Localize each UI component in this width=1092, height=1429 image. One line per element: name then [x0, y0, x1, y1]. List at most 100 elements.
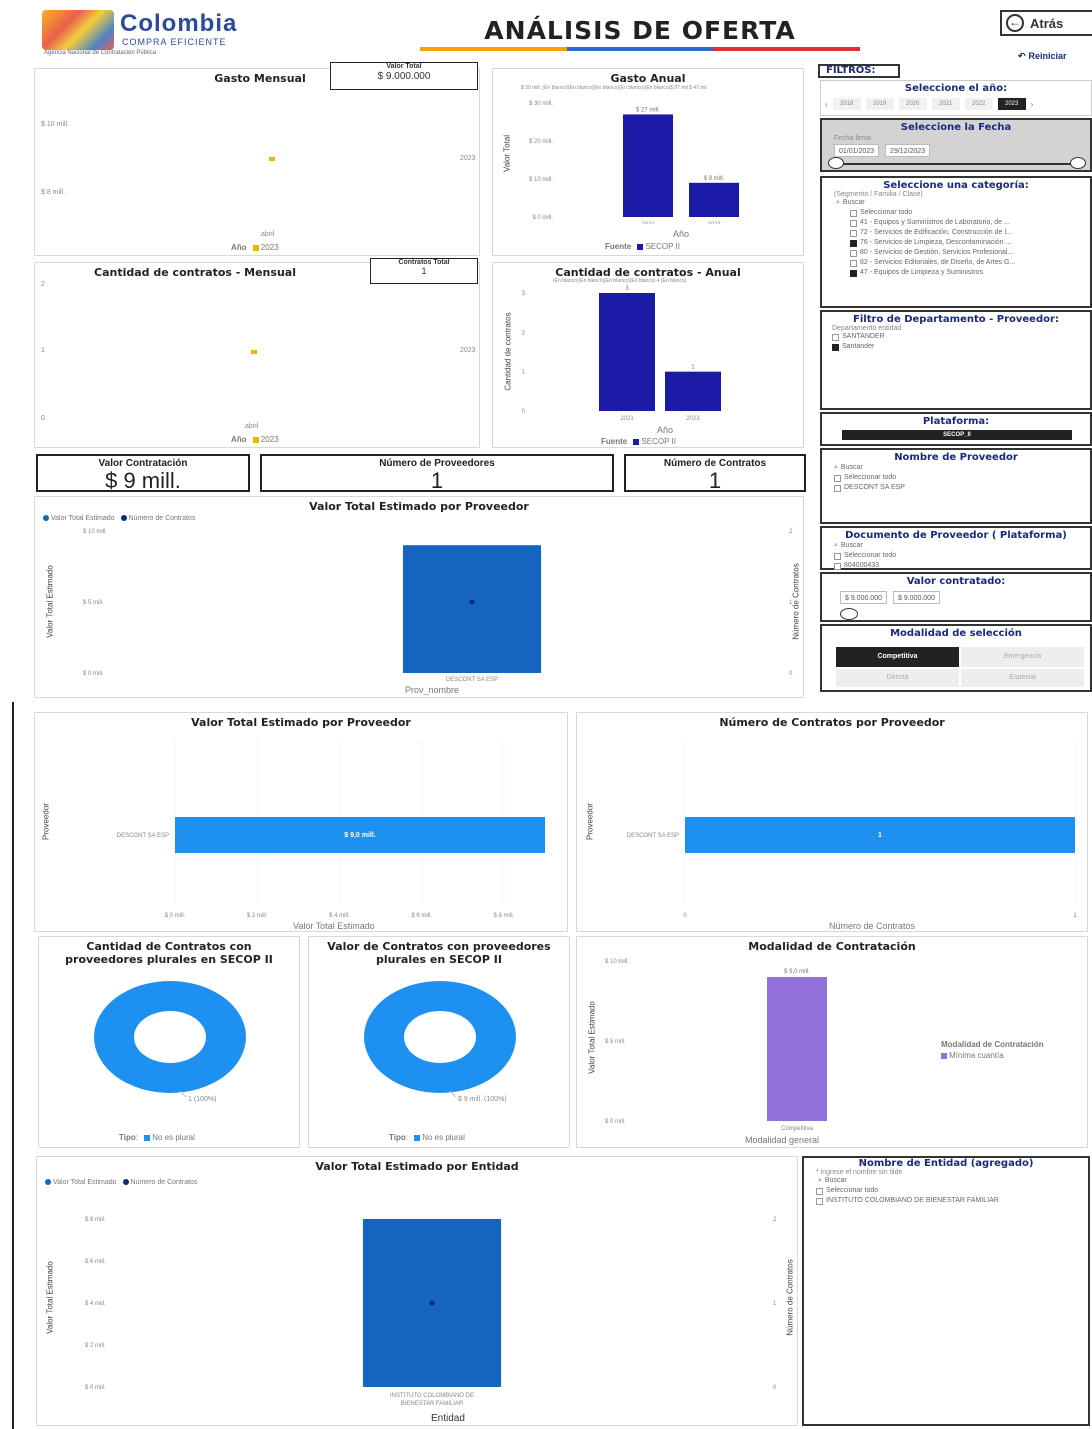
- search-box[interactable]: ⌕ Buscar: [822, 541, 1090, 551]
- x-tick: $ 0 mill.: [165, 913, 186, 919]
- bar[interactable]: [689, 182, 739, 217]
- checkbox-icon[interactable]: [834, 484, 841, 492]
- date-filter[interactable]: Seleccione la Fecha Fecha firma 01/01/20…: [820, 118, 1092, 172]
- value-to-input[interactable]: $ 9.000.000: [892, 591, 940, 604]
- checkbox-icon[interactable]: [834, 562, 841, 570]
- checkbox-icon[interactable]: [850, 229, 857, 237]
- search-box[interactable]: ⌕ Buscar: [822, 198, 1090, 208]
- valor-entidad-combo-chart[interactable]: Valor Total Estimado por Entidad Valor T…: [36, 1156, 798, 1426]
- cantidad-plurales-donut[interactable]: Cantidad de Contratos con proveedores pl…: [38, 936, 300, 1148]
- checkbox-icon[interactable]: [850, 269, 857, 277]
- valor-proveedor-combo-chart[interactable]: Valor Total Estimado por Proveedor Valor…: [34, 496, 804, 698]
- date-to-input[interactable]: 29/12/2023: [885, 144, 931, 157]
- cantidad-anual-chart[interactable]: Cantidad de contratos - Anual (En blanco…: [492, 262, 804, 448]
- bar[interactable]: [623, 114, 673, 217]
- modality-button-competitiva[interactable]: Competitiva: [836, 647, 959, 667]
- data-point[interactable]: [251, 350, 257, 354]
- modalidad-chart[interactable]: Modalidad de Contratación Valor Total Es…: [576, 936, 1088, 1148]
- filter-option[interactable]: Seleccionar todo: [834, 551, 1090, 561]
- date-from-input[interactable]: 01/01/2023: [834, 144, 880, 157]
- year-button[interactable]: 2021: [931, 98, 960, 110]
- filter-option[interactable]: 76 - Servicios de Limpieza, Descontamina…: [850, 238, 1090, 248]
- category-filter[interactable]: Seleccione una categoría: (Segmento / Fa…: [820, 176, 1092, 308]
- slider-handle-end[interactable]: [1070, 157, 1086, 169]
- section-divider: [0, 700, 1092, 702]
- platform-filter[interactable]: Plataforma: SECOP_II: [820, 412, 1092, 446]
- year-button-selected[interactable]: 2023: [997, 98, 1026, 110]
- provider-document-filter[interactable]: Documento de Proveedor ( Plataforma) ⌕ Bu…: [820, 526, 1092, 570]
- modality-button-directa[interactable]: Directa: [836, 669, 959, 687]
- bar[interactable]: [403, 545, 541, 673]
- legend-title: Fuente: [601, 437, 628, 446]
- legend-item: Valor Total Estimado: [53, 1179, 117, 1186]
- valor-plurales-donut[interactable]: Valor de Contratos con proveedores plura…: [308, 936, 570, 1148]
- filter-option[interactable]: Seleccionar todo: [850, 208, 1090, 218]
- checkbox-icon[interactable]: [832, 343, 839, 351]
- year-button[interactable]: 2018: [832, 98, 861, 110]
- filter-option[interactable]: 72 - Servicios de Edificación, Construcc…: [850, 228, 1090, 238]
- y-tick: $ 30 mill.: [529, 101, 553, 107]
- filter-option[interactable]: 80 - Servicios de Gestión, Servicios Pro…: [850, 248, 1090, 258]
- filter-option[interactable]: Seleccionar todo: [834, 473, 1090, 483]
- checkbox-icon[interactable]: [850, 239, 857, 247]
- search-box[interactable]: ⌕ Buscar: [822, 463, 1090, 473]
- search-icon: ⌕: [836, 199, 840, 206]
- bar[interactable]: [767, 977, 827, 1121]
- entidad-filter[interactable]: Nombre de Entidad (agregado) * ingrese e…: [802, 1156, 1090, 1426]
- year-filter[interactable]: Seleccione el año: ‹ 2018 2019 2020 2021…: [820, 80, 1092, 116]
- search-placeholder: Buscar: [842, 199, 865, 206]
- search-box[interactable]: ⌕ Buscar: [804, 1176, 1088, 1186]
- back-button[interactable]: ← Atrás: [1000, 10, 1092, 36]
- checkbox-icon[interactable]: [850, 219, 857, 227]
- cantidad-mensual-chart[interactable]: Cantidad de contratos - Mensual 2 1 0 20…: [34, 262, 480, 448]
- platform-button[interactable]: SECOP_II: [842, 430, 1072, 440]
- bar[interactable]: [665, 371, 721, 411]
- filter-option[interactable]: INSTITUTO COLOMBIANO DE BIENESTAR FAMILI…: [816, 1196, 1088, 1206]
- filter-option[interactable]: 47 - Equipos de Limpieza y Suministros: [850, 268, 1090, 278]
- modality-button-especial[interactable]: Especial: [961, 669, 1084, 687]
- checkbox-icon[interactable]: [834, 552, 841, 560]
- legend: Valor Total Estimado Número de Contratos: [43, 515, 195, 522]
- num-contratos-proveedor-bar-chart[interactable]: Número de Contratos por Proveedor Provee…: [576, 712, 1088, 932]
- filter-option[interactable]: 41 - Equipos y Suministros de Laboratori…: [850, 218, 1090, 228]
- provider-name-filter[interactable]: Nombre de Proveedor ⌕ Buscar Seleccionar …: [820, 448, 1092, 524]
- bar[interactable]: [599, 293, 655, 411]
- slider-handle-start[interactable]: [828, 157, 844, 169]
- y-tick: 3: [522, 291, 526, 297]
- department-filter[interactable]: Filtro de Departamento - Proveedor: Depa…: [820, 310, 1092, 410]
- checkbox-icon[interactable]: [850, 209, 857, 217]
- year-button[interactable]: 2022: [964, 98, 993, 110]
- legend-item: Valor Total Estimado: [51, 515, 115, 522]
- chart-title: Valor Total Estimado por Proveedor: [309, 500, 529, 513]
- checkbox-icon[interactable]: [850, 259, 857, 267]
- y-axis-label: Cantidad de contratos: [503, 312, 513, 391]
- value-filter[interactable]: Valor contratado: $ 9.000.000 $ 9.000.00…: [820, 572, 1092, 622]
- search-placeholder: Buscar: [840, 464, 863, 471]
- modality-filter[interactable]: Modalidad de selección Competitiva Emerg…: [820, 624, 1092, 692]
- modality-button-emergencia[interactable]: Emergencia: [961, 647, 1084, 667]
- year-button[interactable]: 2020: [898, 98, 927, 110]
- year-button[interactable]: 2019: [865, 98, 894, 110]
- filter-option[interactable]: DESCONT SA ESP: [834, 483, 1090, 493]
- checkbox-icon[interactable]: [816, 1197, 823, 1205]
- chevron-right-icon[interactable]: ›: [1031, 100, 1034, 109]
- filter-option[interactable]: Seleccionar todo: [816, 1186, 1088, 1196]
- value-from-input[interactable]: $ 9.000.000: [840, 591, 887, 604]
- filter-option[interactable]: Santander: [832, 342, 1090, 352]
- gasto-mensual-chart[interactable]: Gasto Mensual $ 10 mill. $ 8 mill. 2023 …: [34, 68, 480, 256]
- x-tick: abril: [261, 231, 275, 238]
- slider-handle[interactable]: [840, 608, 858, 620]
- checkbox-icon[interactable]: [816, 1187, 823, 1195]
- department-list: SANTANDER Santander: [822, 332, 1090, 352]
- gasto-anual-chart[interactable]: Gasto Anual $ 30 mill. (En blanco)(En bl…: [492, 68, 804, 256]
- valor-proveedor-bar-chart[interactable]: Valor Total Estimado por Proveedor Prove…: [34, 712, 568, 932]
- data-point[interactable]: [269, 157, 275, 161]
- checkbox-icon[interactable]: [832, 333, 839, 341]
- chart-title: Valor Total Estimado por Entidad: [315, 1160, 519, 1173]
- filter-option[interactable]: 82 - Servicios Editoriales, de Diseño, d…: [850, 258, 1090, 268]
- filter-option[interactable]: 804000433: [834, 561, 1090, 571]
- checkbox-icon[interactable]: [850, 249, 857, 257]
- checkbox-icon[interactable]: [834, 474, 841, 482]
- chevron-left-icon[interactable]: ‹: [825, 100, 828, 109]
- filter-option[interactable]: SANTANDER: [832, 332, 1090, 342]
